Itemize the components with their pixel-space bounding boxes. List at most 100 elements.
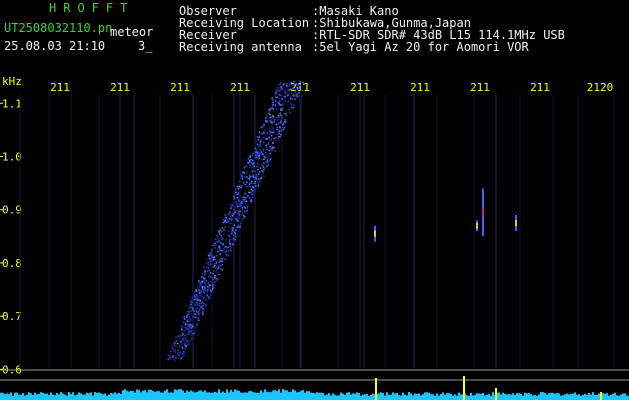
spectrum-column — [116, 393, 118, 400]
trace-point — [303, 83, 305, 85]
trace-point — [280, 86, 282, 88]
trace-point — [218, 240, 220, 242]
trace-point — [249, 155, 251, 157]
trace-point — [218, 259, 220, 261]
trace-point — [253, 165, 255, 168]
trace-point — [238, 185, 241, 188]
trace-point — [180, 344, 183, 347]
trace-point — [239, 210, 241, 212]
trace-point — [193, 313, 195, 315]
trace-point — [269, 114, 271, 116]
spectrum-column — [12, 395, 14, 400]
trace-point — [285, 111, 288, 113]
trace-point — [181, 325, 183, 328]
spectrum-column — [616, 395, 618, 400]
trace-point — [198, 302, 200, 305]
trace-point — [236, 233, 239, 235]
vertical-streaks — [19, 92, 615, 368]
trace-point — [224, 221, 226, 223]
trace-point — [284, 99, 287, 102]
trace-point — [167, 354, 169, 356]
trace-point — [220, 235, 222, 237]
spectrum-column — [614, 392, 616, 400]
trace-point — [251, 196, 254, 199]
spectrum-column — [272, 390, 274, 400]
trace-point — [253, 161, 255, 163]
trace-point — [185, 339, 187, 341]
trace-point — [263, 142, 265, 144]
y-tick-label: 1.1 — [2, 97, 22, 110]
trace-point — [197, 286, 199, 289]
trace-point — [187, 316, 190, 318]
spectrum-column — [284, 390, 286, 400]
spectrum-column — [382, 392, 384, 400]
spectrum-column — [418, 393, 420, 400]
spectrum-column — [106, 395, 108, 400]
trace-point — [259, 180, 261, 183]
spectrum-column — [562, 395, 564, 400]
spectrum-column — [66, 395, 68, 400]
trace-point — [211, 281, 214, 284]
trace-point — [281, 117, 284, 119]
trace-point — [279, 94, 282, 97]
trace-point — [187, 340, 189, 342]
trace-point — [292, 107, 295, 109]
spectrum-column — [240, 392, 242, 400]
trace-point — [256, 151, 259, 154]
spectrum-column — [310, 392, 312, 400]
trace-point — [296, 94, 299, 96]
trace-point — [190, 331, 192, 333]
spectrum-column — [466, 395, 468, 400]
trace-point — [296, 96, 298, 99]
spectrum-column — [568, 394, 570, 400]
trace-point — [212, 270, 215, 272]
spectrogram-plot: kHz 2112112112112112112112112112120 1.11… — [0, 75, 629, 400]
spectrum-column — [74, 395, 76, 400]
trace-point — [225, 217, 228, 219]
trace-point — [275, 136, 277, 139]
trace-point — [210, 260, 212, 263]
spectrum-column — [570, 393, 572, 400]
spectrum-column — [420, 395, 422, 400]
trace-point — [193, 291, 196, 293]
spectrum-column — [130, 390, 132, 400]
trace-point — [223, 219, 225, 221]
trace-point — [265, 161, 267, 163]
trace-point — [185, 322, 187, 324]
trace-point — [209, 294, 212, 297]
trace-point — [258, 162, 261, 165]
trace-point — [214, 258, 216, 261]
y-tick-label: 0.8 — [2, 257, 22, 270]
spectrum-column — [236, 390, 238, 400]
trace-point — [207, 270, 209, 272]
trace-point — [212, 256, 214, 258]
trace-point — [251, 154, 254, 156]
trace-point — [225, 238, 228, 240]
trace-point — [178, 334, 181, 336]
trace-point — [190, 305, 193, 308]
trace-point — [266, 160, 269, 162]
trace-point — [250, 197, 252, 200]
trace-point — [198, 313, 200, 316]
trace-point — [217, 267, 219, 270]
trace-point — [294, 98, 296, 100]
spectrum-column — [142, 390, 144, 400]
spectrum-column — [482, 392, 484, 400]
spectrum-column — [378, 393, 380, 400]
trace-point — [203, 280, 205, 282]
spectrum-column — [384, 395, 386, 400]
trace-point — [268, 136, 270, 139]
trace-point — [195, 303, 198, 306]
trace-point — [263, 137, 265, 139]
trace-point — [198, 309, 201, 311]
trace-point — [246, 205, 249, 207]
trace-point — [186, 323, 189, 325]
trace-point — [267, 143, 269, 145]
trace-point — [206, 285, 209, 288]
spectrum-column — [30, 393, 32, 400]
trace-point — [259, 143, 262, 145]
trace-point — [251, 171, 254, 174]
spectrum-column — [56, 393, 58, 400]
trace-point — [253, 187, 256, 190]
trace-point — [271, 126, 273, 128]
